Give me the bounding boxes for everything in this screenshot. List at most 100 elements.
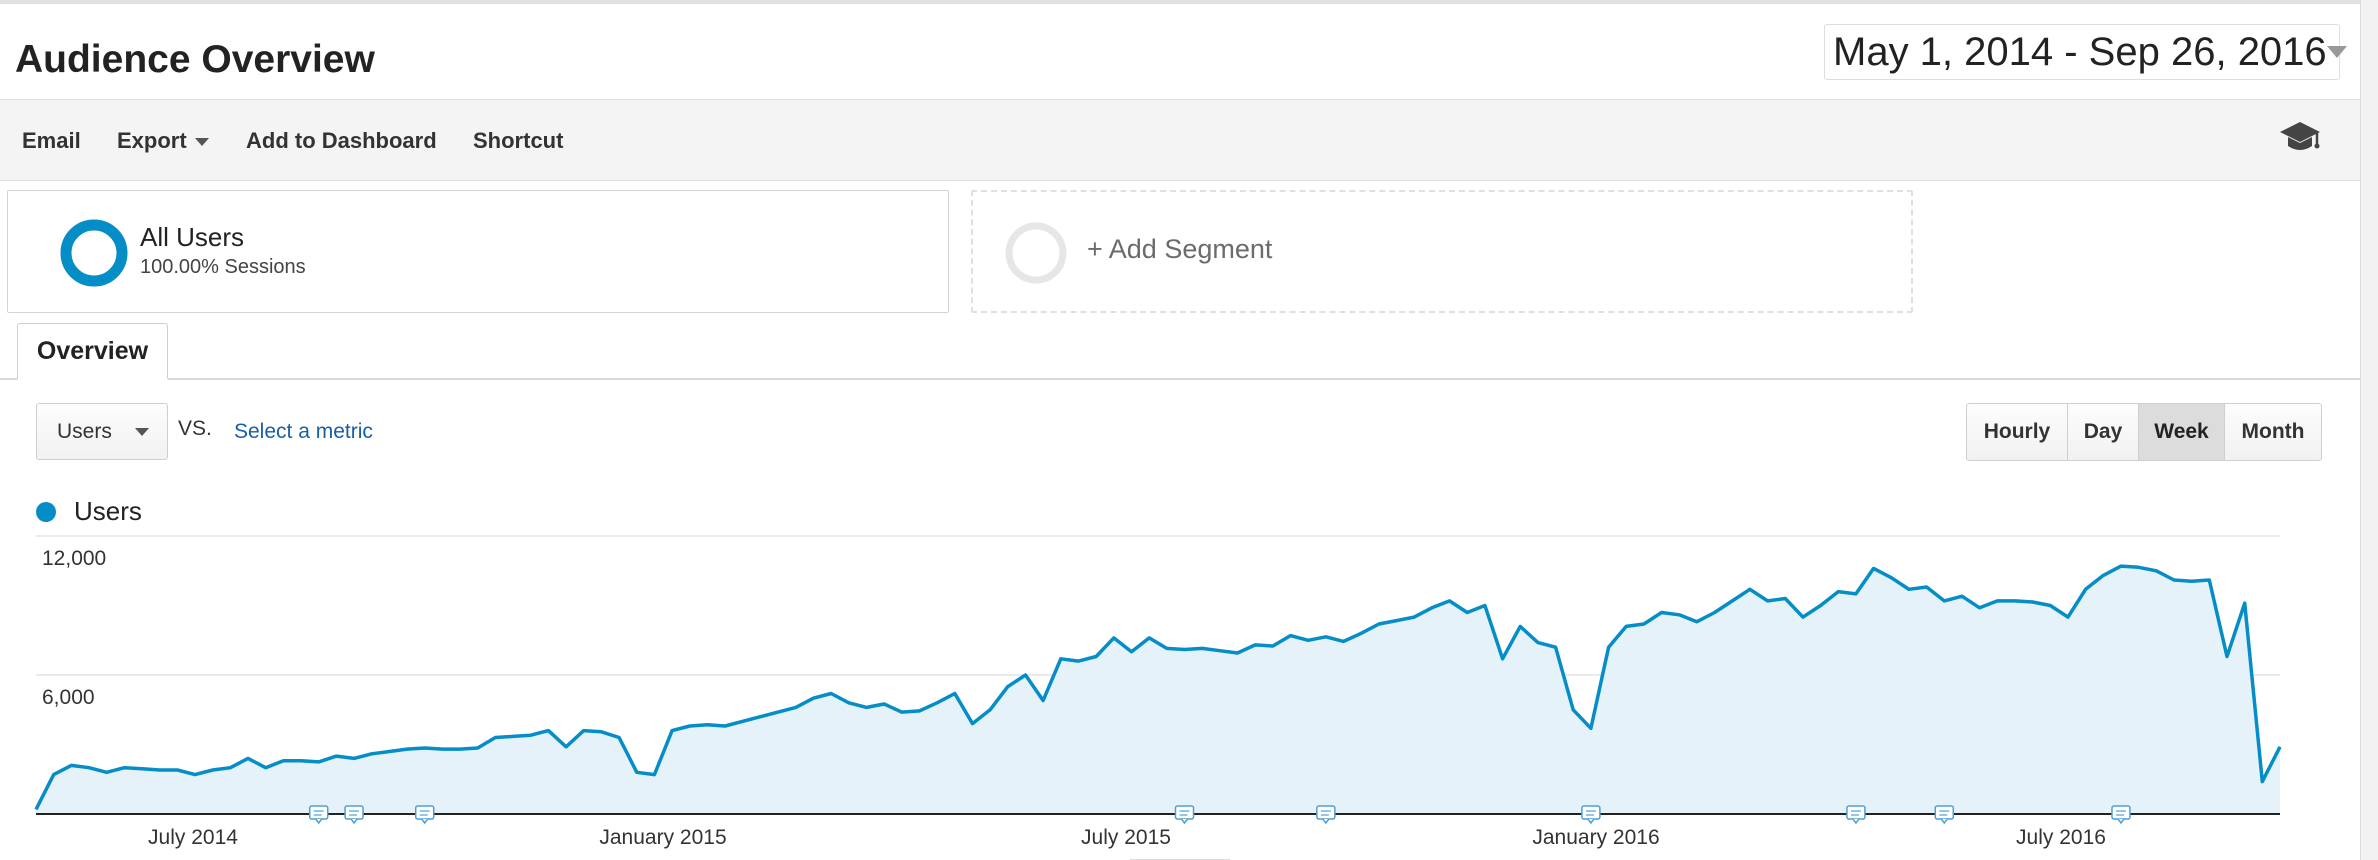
data-point[interactable] xyxy=(1304,636,1312,644)
data-point[interactable] xyxy=(1393,617,1401,625)
data-point[interactable] xyxy=(1481,602,1489,610)
data-point[interactable] xyxy=(1145,634,1153,642)
data-point[interactable] xyxy=(1993,597,2001,605)
data-point[interactable] xyxy=(173,766,181,774)
data-point[interactable] xyxy=(1976,604,1984,612)
data-point[interactable] xyxy=(880,700,888,708)
data-point[interactable] xyxy=(1039,697,1047,705)
data-point[interactable] xyxy=(2152,567,2160,575)
graduation-cap-icon[interactable] xyxy=(2278,118,2322,158)
date-range-picker[interactable]: May 1, 2014 - Sep 26, 2016 xyxy=(1824,24,2347,80)
data-point[interactable] xyxy=(1357,629,1365,637)
data-point[interactable] xyxy=(1569,706,1577,714)
window-scrollbar[interactable] xyxy=(2360,0,2378,860)
data-point[interactable] xyxy=(1781,595,1789,603)
annotation-icon[interactable] xyxy=(1581,805,1601,825)
data-point[interactable] xyxy=(2099,571,2107,579)
data-point[interactable] xyxy=(1622,622,1630,630)
add-to-dashboard-button[interactable]: Add to Dashboard xyxy=(246,128,437,154)
export-button[interactable]: Export xyxy=(117,128,209,154)
data-point[interactable] xyxy=(898,708,906,716)
data-point[interactable] xyxy=(1375,620,1383,628)
data-point[interactable] xyxy=(1287,632,1295,640)
data-point[interactable] xyxy=(1605,643,1613,651)
data-point[interactable] xyxy=(1057,655,1065,663)
data-point[interactable] xyxy=(562,743,570,751)
data-point[interactable] xyxy=(633,768,641,776)
data-point[interactable] xyxy=(686,722,694,730)
data-point[interactable] xyxy=(2241,599,2249,607)
data-point[interactable] xyxy=(1870,564,1878,572)
data-point[interactable] xyxy=(1110,634,1118,642)
data-point[interactable] xyxy=(703,721,711,729)
data-point[interactable] xyxy=(2258,778,2266,786)
data-point[interactable] xyxy=(1446,597,1454,605)
data-point[interactable] xyxy=(368,750,376,758)
data-point[interactable] xyxy=(916,707,924,715)
metric-dropdown[interactable]: Users xyxy=(36,403,168,460)
data-point[interactable] xyxy=(2064,613,2072,621)
annotation-icon[interactable] xyxy=(344,805,364,825)
data-point[interactable] xyxy=(969,720,977,728)
data-point[interactable] xyxy=(668,727,676,735)
data-point[interactable] xyxy=(1746,585,1754,593)
data-point[interactable] xyxy=(597,728,605,736)
data-point[interactable] xyxy=(1128,648,1136,656)
data-point[interactable] xyxy=(2046,602,2054,610)
data-point[interactable] xyxy=(421,744,429,752)
data-point[interactable] xyxy=(1198,644,1206,652)
data-point[interactable] xyxy=(933,699,941,707)
data-point[interactable] xyxy=(491,734,499,742)
data-point[interactable] xyxy=(1410,613,1418,621)
data-point[interactable] xyxy=(2117,562,2125,570)
data-point[interactable] xyxy=(120,764,128,772)
data-point[interactable] xyxy=(1923,583,1931,591)
data-point[interactable] xyxy=(85,764,93,772)
data-point[interactable] xyxy=(2170,576,2178,584)
data-point[interactable] xyxy=(1658,609,1666,617)
annotation-icon[interactable] xyxy=(2111,805,2131,825)
data-point[interactable] xyxy=(1075,657,1083,665)
data-point[interactable] xyxy=(1587,724,1595,732)
data-point[interactable] xyxy=(951,690,959,698)
data-point[interactable] xyxy=(2135,563,2143,571)
data-point[interactable] xyxy=(1163,644,1171,652)
data-point[interactable] xyxy=(156,766,164,774)
data-point[interactable] xyxy=(1817,602,1825,610)
data-point[interactable] xyxy=(50,771,58,779)
data-point[interactable] xyxy=(385,748,393,756)
data-point[interactable] xyxy=(456,745,464,753)
add-segment-button[interactable]: + Add Segment xyxy=(971,190,1913,313)
data-point[interactable] xyxy=(1640,620,1648,628)
data-point[interactable] xyxy=(1499,655,1507,663)
data-point[interactable] xyxy=(403,745,411,753)
data-point[interactable] xyxy=(1799,613,1807,621)
data-point[interactable] xyxy=(1887,574,1895,582)
data-point[interactable] xyxy=(1958,592,1966,600)
data-point[interactable] xyxy=(191,771,199,779)
data-point[interactable] xyxy=(544,727,552,735)
data-point[interactable] xyxy=(1322,633,1330,641)
data-point[interactable] xyxy=(226,764,234,772)
data-point[interactable] xyxy=(138,765,146,773)
data-point[interactable] xyxy=(32,805,40,813)
data-point[interactable] xyxy=(827,690,835,698)
data-point[interactable] xyxy=(67,761,75,769)
data-point[interactable] xyxy=(438,745,446,753)
annotation-icon[interactable] xyxy=(1316,805,1336,825)
data-point[interactable] xyxy=(1251,641,1259,649)
data-point[interactable] xyxy=(1852,590,1860,598)
data-point[interactable] xyxy=(2276,743,2284,751)
data-point[interactable] xyxy=(986,706,994,714)
data-point[interactable] xyxy=(297,757,305,765)
data-point[interactable] xyxy=(1181,646,1189,654)
data-point[interactable] xyxy=(2205,576,2213,584)
data-point[interactable] xyxy=(1004,683,1012,691)
data-point[interactable] xyxy=(1675,611,1683,619)
email-button[interactable]: Email xyxy=(22,128,81,154)
segment-all-users[interactable]: All Users 100.00% Sessions xyxy=(7,190,949,313)
data-point[interactable] xyxy=(1092,653,1100,661)
data-point[interactable] xyxy=(615,734,623,742)
data-point[interactable] xyxy=(809,694,817,702)
users-line-chart[interactable]: 6,000 12,000 July 2014 January 2015 July 201… xyxy=(0,530,2360,860)
